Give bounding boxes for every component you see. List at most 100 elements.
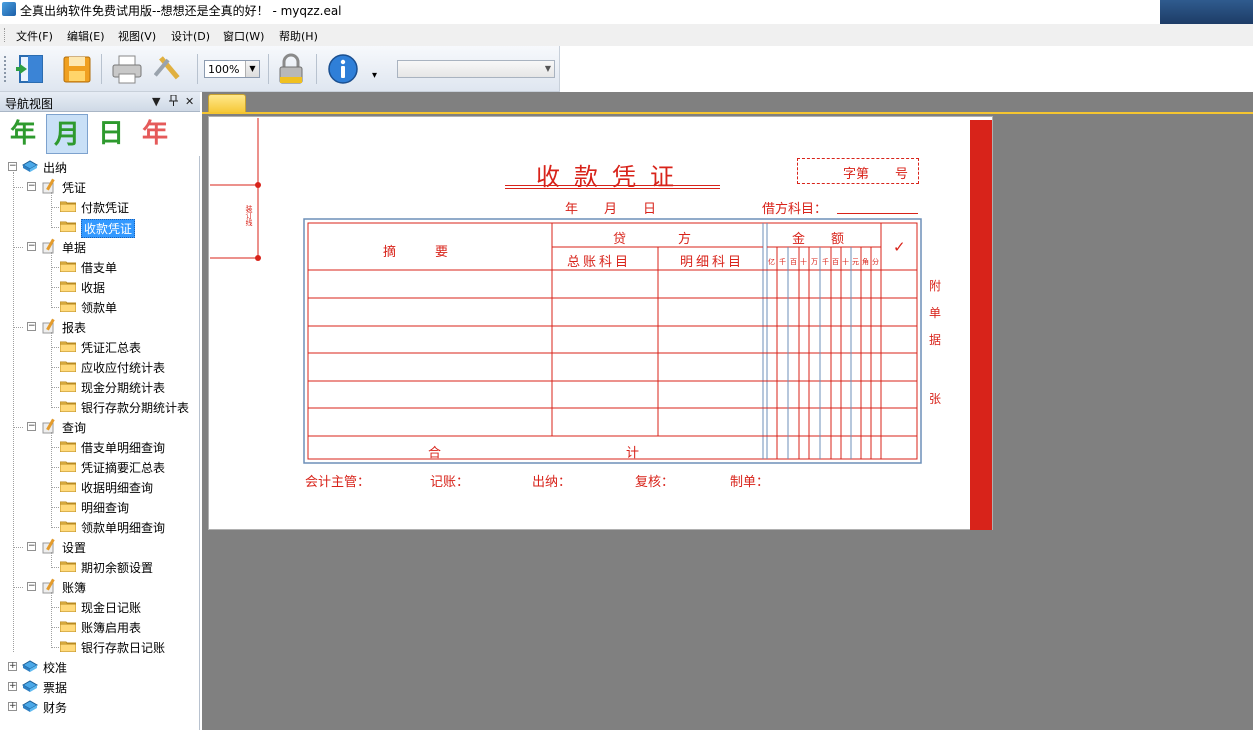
toolbar-grip[interactable] [4, 56, 7, 82]
chevron-down-icon[interactable]: ▼ [245, 61, 259, 77]
tools-button[interactable] [153, 52, 188, 86]
side-label-doc: 据 [929, 333, 942, 347]
title-underline [505, 185, 720, 186]
toolbar-separator [101, 54, 102, 84]
tab-month[interactable]: 月 [46, 114, 88, 154]
tree-item[interactable]: 借支单 [0, 258, 200, 276]
folder-icon [59, 640, 77, 653]
check-icon: ✓ [893, 238, 906, 256]
nav-close-button[interactable]: ✕ [185, 95, 194, 108]
binding-strip [210, 118, 261, 261]
tree-item[interactable]: 明细查询 [0, 498, 200, 516]
tree-item[interactable]: 银行存款分期统计表 [0, 398, 200, 416]
nav-pin-button[interactable] [169, 94, 178, 109]
menu-design[interactable]: 设计(D) [171, 28, 210, 44]
tree-item-label: 期初余额设置 [81, 561, 154, 575]
tree-item[interactable]: 凭证汇总表 [0, 338, 200, 356]
tree-item[interactable]: 账簿启用表 [0, 618, 200, 636]
folder-icon [59, 500, 77, 513]
tree-line [13, 427, 23, 428]
edit-icon [41, 238, 57, 254]
tree-root[interactable]: − 出纳 [0, 158, 200, 176]
tree-root[interactable]: + 校准 [0, 658, 200, 676]
tree-group[interactable]: − 查询 [0, 418, 200, 436]
tree-root[interactable]: + 票据 [0, 678, 200, 696]
tree-item[interactable]: 现金分期统计表 [0, 378, 200, 396]
footer-preparer: 制单： [730, 475, 770, 490]
tree-item[interactable]: 现金日记账 [0, 598, 200, 616]
menu-edit[interactable]: 编辑(E) [67, 28, 105, 44]
info-button[interactable] [326, 52, 360, 86]
date-label: 年 月 日 [565, 202, 657, 217]
window-controls[interactable] [1160, 0, 1253, 24]
toolbar-overflow-icon[interactable]: ▾ [372, 70, 377, 81]
collapse-icon[interactable]: − [27, 322, 36, 331]
tree-item[interactable]: 收款凭证 [0, 218, 200, 238]
collapse-icon[interactable]: − [27, 582, 36, 591]
tree-line [13, 172, 14, 652]
digit-header: 万 [811, 258, 818, 266]
menu-file[interactable]: 文件(F) [16, 28, 53, 44]
digit-header: 角 [862, 258, 869, 266]
collapse-icon[interactable]: − [8, 162, 17, 171]
tree-root[interactable]: + 财务 [0, 698, 200, 716]
tree-item[interactable]: 借支单明细查询 [0, 438, 200, 456]
collapse-icon[interactable]: − [27, 182, 36, 191]
exit-button[interactable] [14, 52, 48, 86]
chevron-down-icon[interactable]: ▼ [545, 64, 551, 73]
tree-item-label: 凭证汇总表 [81, 341, 142, 355]
tree-item[interactable]: 期初余额设置 [0, 558, 200, 576]
menu-help[interactable]: 帮助(H) [279, 28, 318, 44]
tab-day[interactable]: 日 [90, 114, 132, 154]
tree-group-label: 报表 [62, 321, 87, 335]
menu-window[interactable]: 窗口(W) [223, 28, 264, 44]
menu-view[interactable]: 视图(V) [118, 28, 156, 44]
side-label-count: 张 [929, 392, 942, 406]
collapse-icon[interactable]: − [27, 242, 36, 251]
style-select[interactable]: ▼ [397, 60, 555, 78]
nav-menu-button[interactable]: ▼ [152, 95, 160, 108]
digit-header: 十 [800, 258, 807, 266]
tree-item[interactable]: 收据明细查询 [0, 478, 200, 496]
tree-item[interactable]: 凭证摘要汇总表 [0, 458, 200, 476]
tree-group-label: 查询 [62, 421, 87, 435]
save-button[interactable] [60, 52, 94, 86]
menu-grip[interactable] [4, 28, 6, 42]
tree-group[interactable]: − 单据 [0, 238, 200, 256]
title-bar: 全真出纳软件免费试用版--想想还是全真的好！ - myqzz.eal [0, 0, 1253, 24]
tree-item[interactable]: 银行存款日记账 [0, 638, 200, 656]
expand-icon[interactable]: + [8, 662, 17, 671]
folder-icon [59, 200, 77, 213]
tree-group[interactable]: − 账簿 [0, 578, 200, 596]
expand-icon[interactable]: + [8, 682, 17, 691]
tree-group[interactable]: − 凭证 [0, 178, 200, 196]
page-edge [970, 120, 992, 530]
digit-header: 千 [779, 258, 786, 266]
print-button[interactable] [110, 52, 144, 86]
collapse-icon[interactable]: − [27, 542, 36, 551]
tree-group[interactable]: − 报表 [0, 318, 200, 336]
tab-year[interactable]: 年 [2, 114, 44, 154]
app-icon [2, 2, 16, 16]
lock-button[interactable] [274, 52, 308, 86]
tab-year-alt[interactable]: 年 [134, 114, 176, 154]
print-icon [112, 55, 142, 84]
title-underline [505, 188, 720, 189]
edit-icon [41, 178, 57, 194]
document-tab[interactable] [208, 94, 246, 114]
tree-group[interactable]: − 设置 [0, 538, 200, 556]
tree-item-label: 付款凭证 [81, 201, 130, 215]
zoom-select[interactable]: 100% ▼ [204, 60, 260, 78]
tree-item[interactable]: 应收应付统计表 [0, 358, 200, 376]
digit-header: 百 [832, 258, 839, 266]
collapse-icon[interactable]: − [27, 422, 36, 431]
tree-item[interactable]: 收据 [0, 278, 200, 296]
tree-item[interactable]: 付款凭证 [0, 198, 200, 216]
tree-item[interactable]: 领款单明细查询 [0, 518, 200, 536]
tree-line [13, 187, 23, 188]
digit-header: 十 [842, 258, 849, 266]
expand-icon[interactable]: + [8, 702, 17, 711]
folder-icon [59, 400, 77, 413]
tree-line [51, 192, 52, 228]
tree-item[interactable]: 领款单 [0, 298, 200, 316]
